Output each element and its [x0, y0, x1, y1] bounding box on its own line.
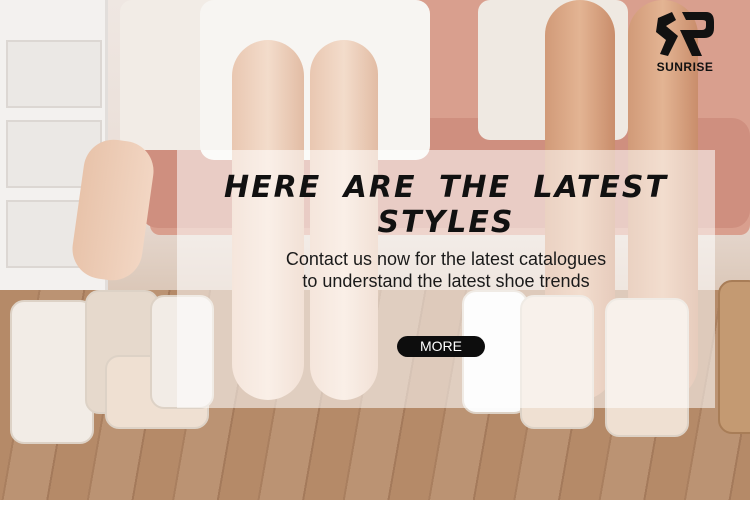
- banner-headline: HERE ARE THE LATEST STYLES: [224, 170, 668, 240]
- shoe: [10, 300, 94, 444]
- shelf-drawer: [6, 40, 102, 108]
- hero-banner: HERE ARE THE LATEST STYLES Contact us no…: [0, 0, 750, 500]
- banner-subtext-line: to understand the latest shoe trends: [302, 271, 590, 291]
- banner-subtext: Contact us now for the latest catalogues…: [177, 248, 715, 292]
- more-button[interactable]: MORE: [397, 336, 485, 357]
- page-bottom-strip: [0, 500, 750, 520]
- shoe: [718, 280, 750, 434]
- sunrise-logo-icon: [656, 12, 714, 56]
- brand-name: SUNRISE: [656, 60, 714, 74]
- banner-subtext-line: Contact us now for the latest catalogues: [285, 249, 607, 269]
- brand-logo[interactable]: SUNRISE: [650, 10, 720, 74]
